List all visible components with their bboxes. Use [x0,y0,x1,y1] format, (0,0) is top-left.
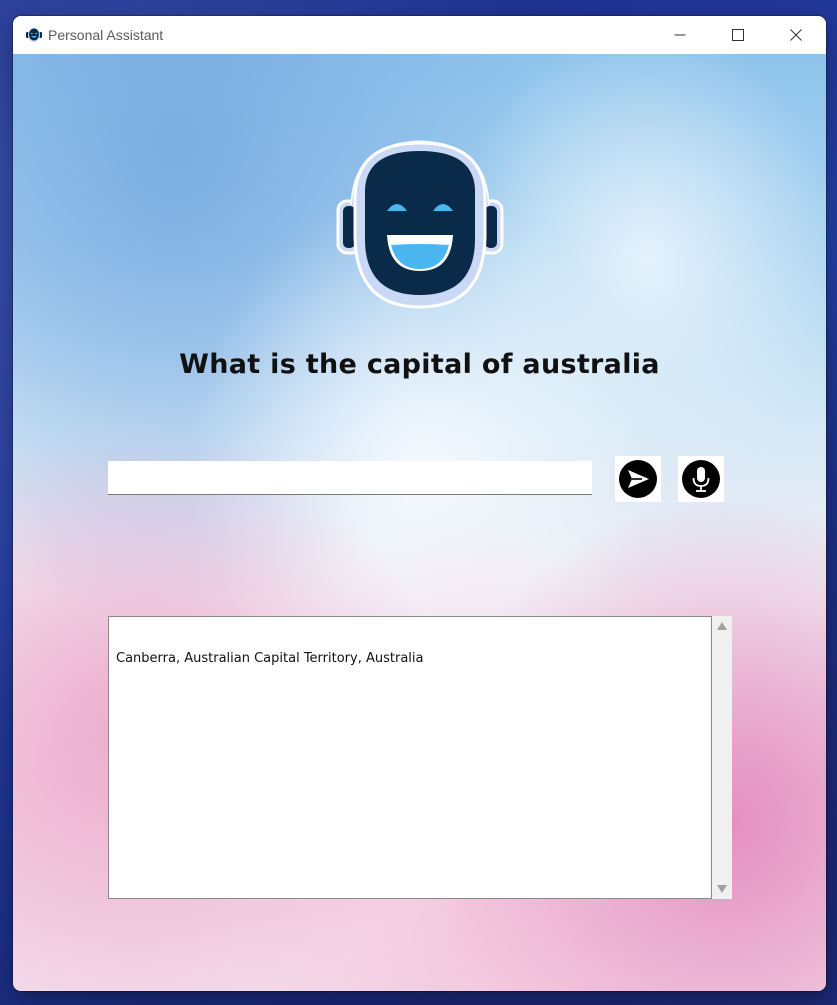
maximize-button[interactable] [709,16,767,54]
close-button[interactable] [767,16,825,54]
triangle-down-icon [717,885,727,893]
app-window: Personal Assistant What is the capital o… [13,16,826,991]
response-text: Canberra, Australian Capital Territory, … [116,651,424,666]
send-icon [619,460,657,498]
robot-logo [336,140,504,309]
query-input[interactable] [108,461,592,495]
response-textbox[interactable]: Canberra, Australian Capital Territory, … [108,616,712,899]
response-scrollbar[interactable] [712,616,732,899]
minimize-button[interactable] [651,16,709,54]
robot-icon [26,28,42,42]
close-icon [790,29,802,41]
scroll-up-button[interactable] [712,616,732,636]
scroll-down-button[interactable] [712,879,732,899]
maximize-icon [732,29,744,41]
title-bar[interactable]: Personal Assistant [13,16,826,54]
microphone-button[interactable] [678,456,724,502]
send-button[interactable] [615,456,661,502]
question-label: What is the capital of australia [179,349,660,380]
minimize-icon [674,34,686,36]
triangle-up-icon [717,622,727,630]
microphone-icon [682,460,720,498]
app-content: What is the capital of australia Canberr… [13,54,826,991]
window-title: Personal Assistant [48,27,164,43]
